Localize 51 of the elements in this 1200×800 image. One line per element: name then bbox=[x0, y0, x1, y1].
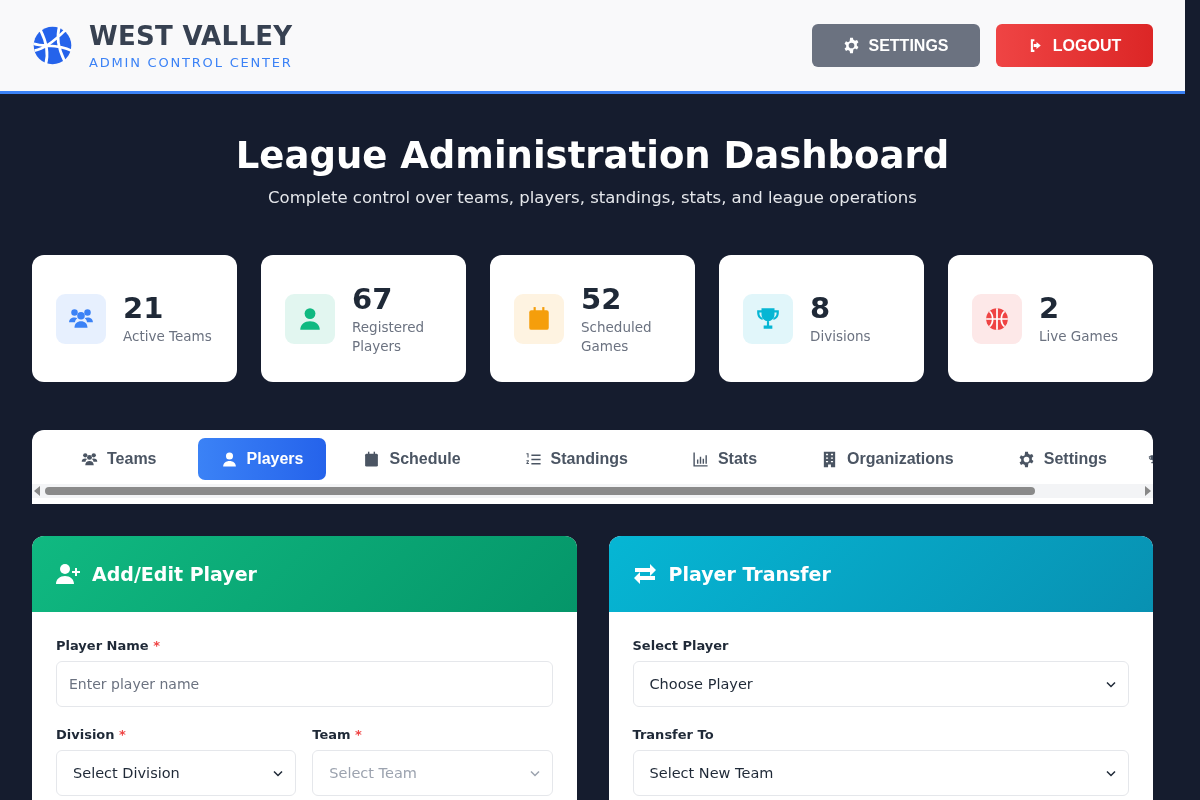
field-label: Team * bbox=[312, 727, 363, 742]
chevron-down-icon bbox=[1106, 769, 1116, 777]
user-plus-icon bbox=[56, 562, 80, 586]
nav-tab[interactable]: Players bbox=[197, 438, 327, 480]
nav-tab[interactable]: Teams bbox=[58, 438, 180, 480]
select-field[interactable]: Select Division bbox=[56, 750, 297, 796]
bar-chart-icon bbox=[691, 450, 709, 468]
text-field[interactable]: Enter player name bbox=[56, 661, 553, 707]
chevron-down-icon bbox=[1106, 680, 1116, 688]
calendar-icon bbox=[526, 305, 552, 332]
group-icon bbox=[81, 450, 98, 468]
nav-tab[interactable]: Settings bbox=[994, 438, 1130, 480]
page-subtitle: Complete control over teams, players, standings, stats, and league operations bbox=[267, 188, 918, 207]
calendar-icon bbox=[363, 450, 381, 468]
horizontal-scrollbar[interactable] bbox=[32, 484, 1153, 498]
card-title: Add/Edit Player bbox=[92, 563, 257, 585]
select-field[interactable]: Select New Team bbox=[632, 750, 1129, 796]
stat-value: 2 bbox=[1039, 291, 1061, 325]
logout-button[interactable]: LOGOUT bbox=[996, 24, 1153, 67]
stat-label: Registered Players bbox=[352, 317, 426, 356]
stat-label: Active Teams bbox=[123, 327, 212, 346]
brand-title: WEST VALLEY bbox=[89, 21, 293, 51]
field-label: Division * bbox=[56, 727, 127, 742]
chevron-down-icon bbox=[529, 769, 540, 777]
nav-tab[interactable]: Stats bbox=[668, 438, 781, 480]
person-icon bbox=[297, 305, 323, 332]
stat-label: Scheduled Games bbox=[581, 317, 653, 356]
stat-value: 8 bbox=[810, 291, 832, 325]
basketball-icon bbox=[32, 25, 73, 66]
field-label: Select Player bbox=[632, 638, 730, 653]
chevron-down-icon bbox=[273, 769, 284, 777]
nav-tab[interactable]: Standings bbox=[501, 438, 651, 480]
page-title: League Administration Dashboard bbox=[234, 133, 951, 179]
field-label: Player Name * bbox=[56, 638, 161, 653]
stat-value: 52 bbox=[581, 281, 623, 316]
nav-tab[interactable]: Organizations bbox=[798, 438, 977, 480]
stat-value: 21 bbox=[123, 291, 165, 325]
stat-label: Live Games bbox=[1039, 327, 1119, 346]
stat-label: Divisions bbox=[810, 327, 871, 346]
select-field[interactable]: Choose Player bbox=[632, 661, 1129, 707]
person-icon bbox=[220, 450, 238, 468]
gear-icon bbox=[843, 37, 861, 54]
settings-button[interactable]: SETTINGS bbox=[812, 24, 980, 67]
gear-icon bbox=[1017, 450, 1035, 468]
basketball-icon bbox=[984, 305, 1010, 332]
brand-subtitle: ADMIN CONTROL CENTER bbox=[89, 55, 293, 70]
nav-tab[interactable]: Schedule bbox=[340, 438, 484, 480]
transfer-arrows-icon bbox=[632, 562, 657, 586]
card-title: Player Transfer bbox=[668, 563, 831, 585]
stat-value: 67 bbox=[352, 281, 394, 316]
field-label: Transfer To bbox=[632, 727, 715, 742]
